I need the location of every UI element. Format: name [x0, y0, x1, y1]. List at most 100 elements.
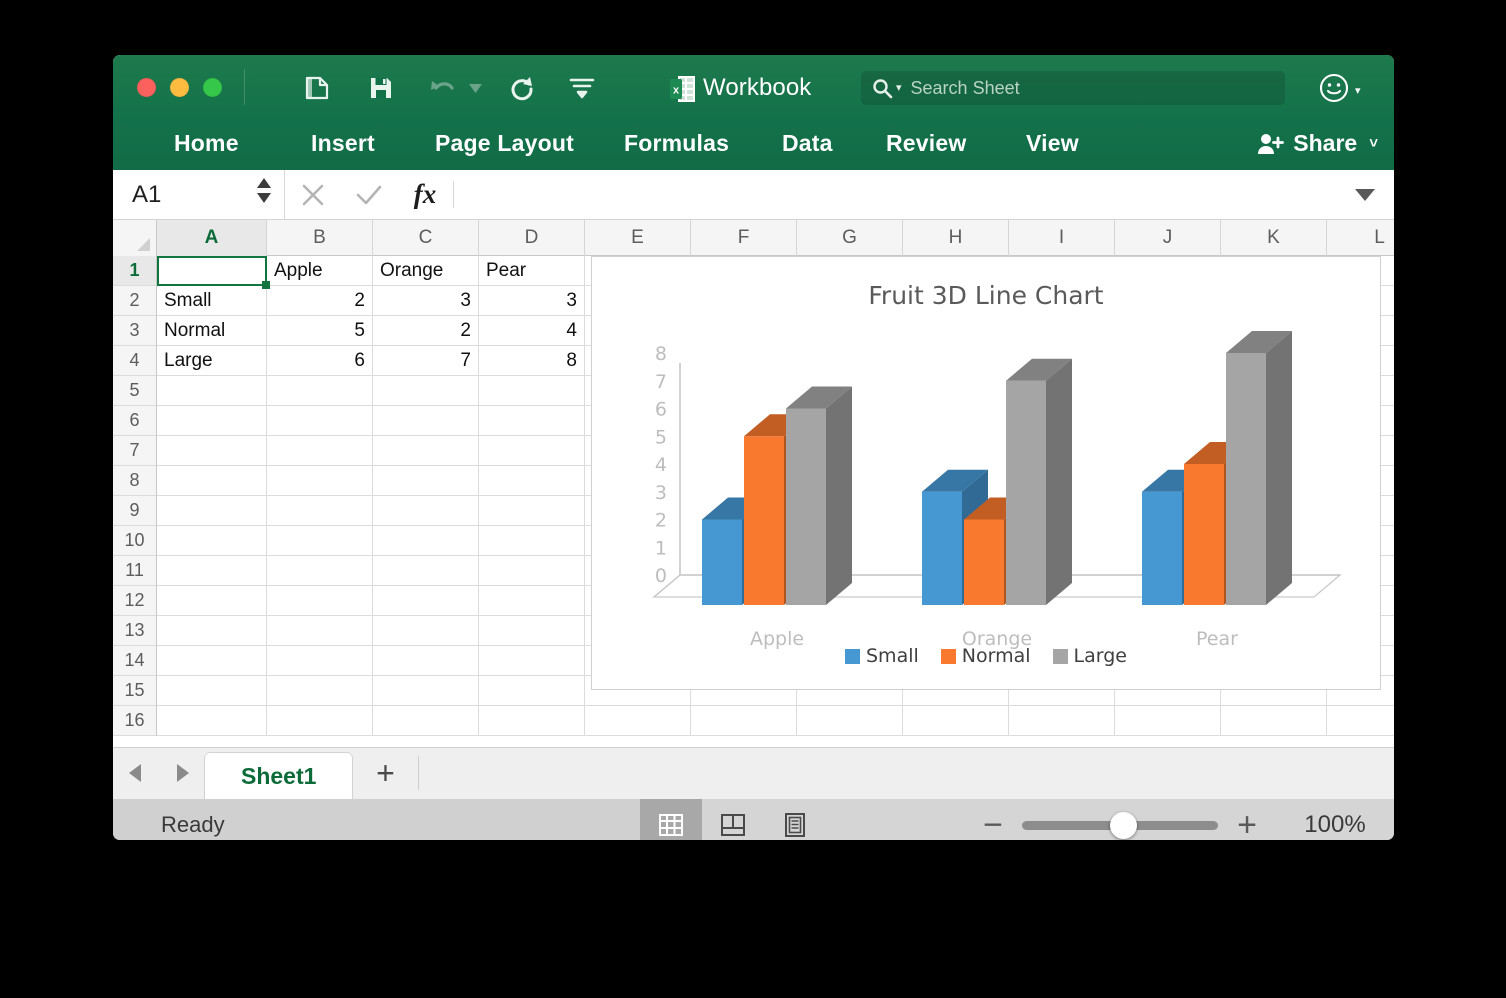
cell-C16[interactable] [373, 706, 479, 736]
spreadsheet-grid[interactable]: ABCDEFGHIJKL 1 2 3 4 5 6 7 8 9 10 11 12 13 14 15 16 App… [113, 220, 1394, 747]
cell-C4[interactable]: 7 [373, 346, 479, 376]
cell-J16[interactable] [1115, 706, 1221, 736]
row-header-13[interactable]: 13 [113, 616, 156, 646]
cell-C13[interactable] [373, 616, 479, 646]
row-header-1[interactable]: 1 [113, 256, 156, 286]
normal-view-button[interactable] [640, 799, 702, 840]
column-header-E[interactable]: E [585, 220, 691, 256]
column-header-J[interactable]: J [1115, 220, 1221, 256]
cell-A14[interactable] [157, 646, 267, 676]
account-chevron-down-icon[interactable]: ▾ [1355, 84, 1361, 97]
cell-B1[interactable]: Apple [267, 256, 373, 286]
search-input[interactable] [910, 77, 1285, 99]
bar-pear-large[interactable] [1226, 331, 1292, 605]
tab-home[interactable]: Home [174, 130, 239, 157]
previous-sheet-icon[interactable] [113, 747, 159, 799]
cell-D1[interactable]: Pear [479, 256, 585, 286]
cell-B15[interactable] [267, 676, 373, 706]
cell-A4[interactable]: Large [157, 346, 267, 376]
cell-D2[interactable]: 3 [479, 286, 585, 316]
legend-item-large[interactable]: Large [1052, 645, 1127, 667]
cell-C5[interactable] [373, 376, 479, 406]
minimize-button[interactable] [170, 78, 189, 97]
cell-B12[interactable] [267, 586, 373, 616]
cell-B10[interactable] [267, 526, 373, 556]
column-header-D[interactable]: D [479, 220, 585, 256]
cell-D8[interactable] [479, 466, 585, 496]
column-header-H[interactable]: H [903, 220, 1009, 256]
cell-C8[interactable] [373, 466, 479, 496]
cell-D13[interactable] [479, 616, 585, 646]
cell-C14[interactable] [373, 646, 479, 676]
column-header-C[interactable]: C [373, 220, 479, 256]
sheet-tab-sheet1[interactable]: Sheet1 [205, 753, 353, 799]
cell-B14[interactable] [267, 646, 373, 676]
zoom-button[interactable] [203, 78, 222, 97]
cell-I16[interactable] [1009, 706, 1115, 736]
cell-B13[interactable] [267, 616, 373, 646]
share-chevron-down-icon[interactable]: ˅ [1369, 135, 1378, 152]
cell-C11[interactable] [373, 556, 479, 586]
row-header-11[interactable]: 11 [113, 556, 156, 586]
cell-B9[interactable] [267, 496, 373, 526]
cell-A2[interactable]: Small [157, 286, 267, 316]
formula-input[interactable] [454, 170, 1336, 219]
cell-B6[interactable] [267, 406, 373, 436]
cell-H16[interactable] [903, 706, 1009, 736]
cell-A16[interactable] [157, 706, 267, 736]
tab-page-layout[interactable]: Page Layout [435, 130, 574, 157]
row-header-14[interactable]: 14 [113, 646, 156, 676]
cell-B4[interactable]: 6 [267, 346, 373, 376]
confirm-icon[interactable] [341, 170, 397, 219]
cell-D3[interactable]: 4 [479, 316, 585, 346]
cell-C9[interactable] [373, 496, 479, 526]
undo-icon[interactable] [426, 71, 460, 105]
cell-B3[interactable]: 5 [267, 316, 373, 346]
column-header-I[interactable]: I [1009, 220, 1115, 256]
cell-D16[interactable] [479, 706, 585, 736]
cell-D15[interactable] [479, 676, 585, 706]
cell-A10[interactable] [157, 526, 267, 556]
cell-D14[interactable] [479, 646, 585, 676]
cell-C10[interactable] [373, 526, 479, 556]
zoom-in-button[interactable]: + [1218, 808, 1276, 840]
column-header-K[interactable]: K [1221, 220, 1327, 256]
cell-D11[interactable] [479, 556, 585, 586]
undo-dropdown-icon[interactable] [465, 71, 485, 105]
row-header-9[interactable]: 9 [113, 496, 156, 526]
share-button[interactable]: Share ˅ [1257, 130, 1378, 157]
tab-view[interactable]: View [1026, 130, 1079, 157]
tab-review[interactable]: Review [886, 130, 966, 157]
row-header-12[interactable]: 12 [113, 586, 156, 616]
row-header-3[interactable]: 3 [113, 316, 156, 346]
customize-toolbar-icon[interactable] [565, 71, 599, 105]
cell-L16[interactable] [1327, 706, 1394, 736]
row-header-15[interactable]: 15 [113, 676, 156, 706]
cell-D5[interactable] [479, 376, 585, 406]
next-sheet-icon[interactable] [159, 747, 205, 799]
cell-D4[interactable]: 8 [479, 346, 585, 376]
zoom-control[interactable]: − + 100% [964, 808, 1394, 840]
cell-C7[interactable] [373, 436, 479, 466]
tab-data[interactable]: Data [782, 130, 833, 157]
column-header-B[interactable]: B [267, 220, 373, 256]
cell-E16[interactable] [585, 706, 691, 736]
bar-orange-large[interactable] [1006, 358, 1072, 605]
cell-A1[interactable] [157, 256, 267, 286]
smiley-icon[interactable] [1319, 73, 1349, 108]
cell-C15[interactable] [373, 676, 479, 706]
zoom-out-button[interactable]: − [964, 808, 1022, 840]
column-header-F[interactable]: F [691, 220, 797, 256]
cell-A7[interactable] [157, 436, 267, 466]
row-header-2[interactable]: 2 [113, 286, 156, 316]
cell-A15[interactable] [157, 676, 267, 706]
row-header-4[interactable]: 4 [113, 346, 156, 376]
cancel-icon[interactable] [285, 170, 341, 219]
tab-formulas[interactable]: Formulas [624, 130, 729, 157]
name-box-stepper[interactable] [256, 178, 272, 203]
page-layout-view-button[interactable] [702, 799, 764, 840]
save-icon[interactable] [364, 71, 398, 105]
redo-icon[interactable] [505, 71, 539, 105]
cell-A6[interactable] [157, 406, 267, 436]
legend-item-normal[interactable]: Normal [940, 645, 1031, 667]
